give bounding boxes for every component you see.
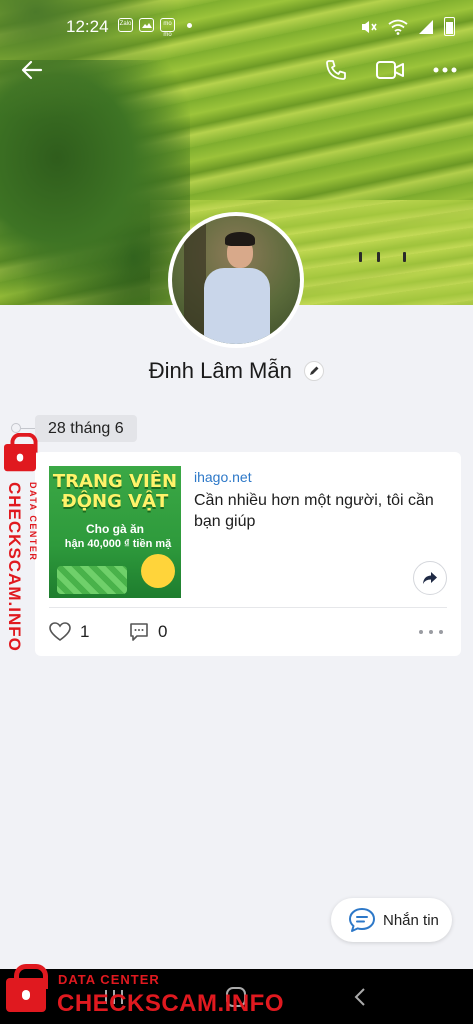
post-domain-link[interactable]: ihago.net — [194, 469, 252, 485]
profile-name: Đinh Lâm Mẫn — [148, 358, 292, 383]
status-time: 12:24 — [66, 17, 109, 36]
share-button[interactable] — [413, 561, 447, 595]
avatar-shirt — [204, 268, 270, 344]
top-action-bar — [0, 50, 473, 90]
timeline-connector — [21, 428, 35, 429]
post-thumbnail[interactable]: TRANG VIÊN ĐỘNG VẬT Cho gà ăn hận 40,000… — [49, 466, 181, 598]
avatar[interactable] — [172, 216, 300, 344]
gallery-icon — [139, 18, 154, 32]
thumbnail-money — [57, 566, 127, 594]
pencil-icon — [310, 366, 319, 375]
avatar-tree — [184, 216, 206, 344]
comment-button[interactable]: 0 — [129, 622, 167, 642]
edit-name-button[interactable] — [304, 361, 325, 381]
watermark-lock-icon — [4, 432, 38, 472]
watermark-side: CHECKSCAM.INFO DATA CENTER — [0, 430, 46, 680]
battery-icon — [444, 17, 455, 36]
zalo-icon: Zalo — [118, 18, 133, 32]
share-arrow-icon — [423, 572, 437, 584]
message-button-label: Nhắn tin — [383, 911, 439, 929]
video-call-button[interactable] — [374, 54, 406, 86]
like-button[interactable]: 1 — [49, 622, 89, 642]
comment-icon — [130, 623, 148, 641]
notification-icons: Zalo mo mo — [118, 18, 192, 38]
signal-icon — [419, 19, 433, 34]
system-icons — [360, 17, 455, 36]
timeline-date: 28 tháng 6 — [35, 415, 137, 442]
thumbnail-chick — [141, 554, 175, 588]
wifi-icon — [388, 19, 408, 35]
watermark-side-small: DATA CENTER — [28, 482, 38, 562]
watermark-side-big: CHECKSCAM.INFO — [5, 482, 24, 652]
back-icon — [354, 988, 365, 1006]
message-button[interactable]: Nhắn tin — [331, 898, 452, 942]
post-more-icon — [419, 630, 423, 634]
more-notifications-dot — [187, 22, 192, 28]
watermark-bottom-small: DATA CENTER — [58, 972, 160, 987]
mute-icon — [362, 20, 377, 33]
avatar-hair — [225, 232, 255, 246]
more-options-button[interactable] — [429, 54, 461, 86]
profile-name-row: Đinh Lâm Mẫn — [0, 358, 473, 384]
back-arrow-icon — [21, 60, 43, 80]
post-card[interactable]: TRANG VIÊN ĐỘNG VẬT Cho gà ăn hận 40,000… — [35, 452, 461, 656]
post-more-button[interactable] — [419, 622, 443, 642]
card-divider — [49, 607, 447, 608]
heart-icon — [49, 622, 71, 641]
comment-count: 0 — [158, 622, 168, 641]
back-button[interactable] — [16, 54, 48, 86]
momo-icon: mo mo — [160, 18, 175, 38]
watermark-bottom-big: CHECKSCAM.INFO — [57, 990, 284, 1017]
call-button[interactable] — [320, 54, 352, 86]
post-text: Cần nhiều hơn một người, tôi cần bạn giú… — [194, 492, 434, 530]
system-back-button[interactable] — [346, 985, 374, 1009]
phone-icon — [326, 60, 346, 80]
thumbnail-line2: hận 40,000 ₫ tiền mặ — [64, 538, 172, 550]
like-count: 1 — [80, 622, 90, 641]
thumbnail-line1: Cho gà ăn — [85, 522, 144, 536]
watermark-bottom-lock-icon — [6, 964, 48, 1012]
thumbnail-title: TRANG VIÊN ĐỘNG VẬT — [52, 471, 178, 512]
more-icon — [433, 67, 457, 73]
status-bar: 12:24 Zalo mo mo — [0, 0, 473, 52]
video-call-icon — [376, 61, 404, 79]
cover-people — [355, 246, 415, 262]
chat-bubble-icon — [349, 908, 375, 932]
